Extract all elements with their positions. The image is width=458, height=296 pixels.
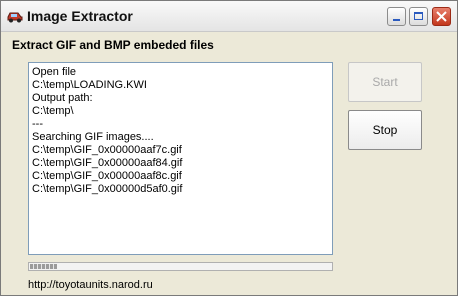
log-line: Output path: bbox=[32, 92, 93, 104]
app-window: Image Extractor Extract GIF and BMP embe… bbox=[0, 0, 458, 296]
close-icon bbox=[436, 11, 447, 22]
log-line: Open file bbox=[32, 66, 77, 78]
log-line: C:\temp\GIF_0x00000d5af0.gif bbox=[32, 183, 183, 195]
log-line: C:\temp\GIF_0x00000aaf84.gif bbox=[32, 157, 183, 169]
maximize-button[interactable] bbox=[409, 7, 428, 26]
log-line: C:\temp\GIF_0x00000aaf8c.gif bbox=[32, 170, 182, 182]
progress-fill bbox=[30, 264, 58, 269]
website-url: http://toyotaunits.narod.ru bbox=[28, 279, 153, 291]
title-bar[interactable]: Image Extractor bbox=[1, 1, 457, 32]
minimize-button[interactable] bbox=[387, 7, 406, 26]
log-line: C:\temp\ bbox=[32, 105, 74, 117]
close-button[interactable] bbox=[432, 7, 451, 26]
window-title: Image Extractor bbox=[27, 8, 133, 24]
log-line: Searching GIF images.... bbox=[32, 131, 154, 143]
car-app-icon bbox=[6, 8, 24, 24]
header-label: Extract GIF and BMP embeded files bbox=[12, 38, 214, 52]
log-line: C:\temp\GIF_0x00000aaf7c.gif bbox=[32, 144, 182, 156]
progress-bar bbox=[28, 262, 333, 271]
stop-button[interactable]: Stop bbox=[348, 110, 422, 150]
log-line: --- bbox=[32, 118, 43, 130]
start-button[interactable]: Start bbox=[348, 62, 422, 102]
log-output-box[interactable]: Open file C:\temp\LOADING.KWI Output path:… bbox=[28, 62, 333, 255]
log-line: C:\temp\LOADING.KWI bbox=[32, 79, 147, 91]
